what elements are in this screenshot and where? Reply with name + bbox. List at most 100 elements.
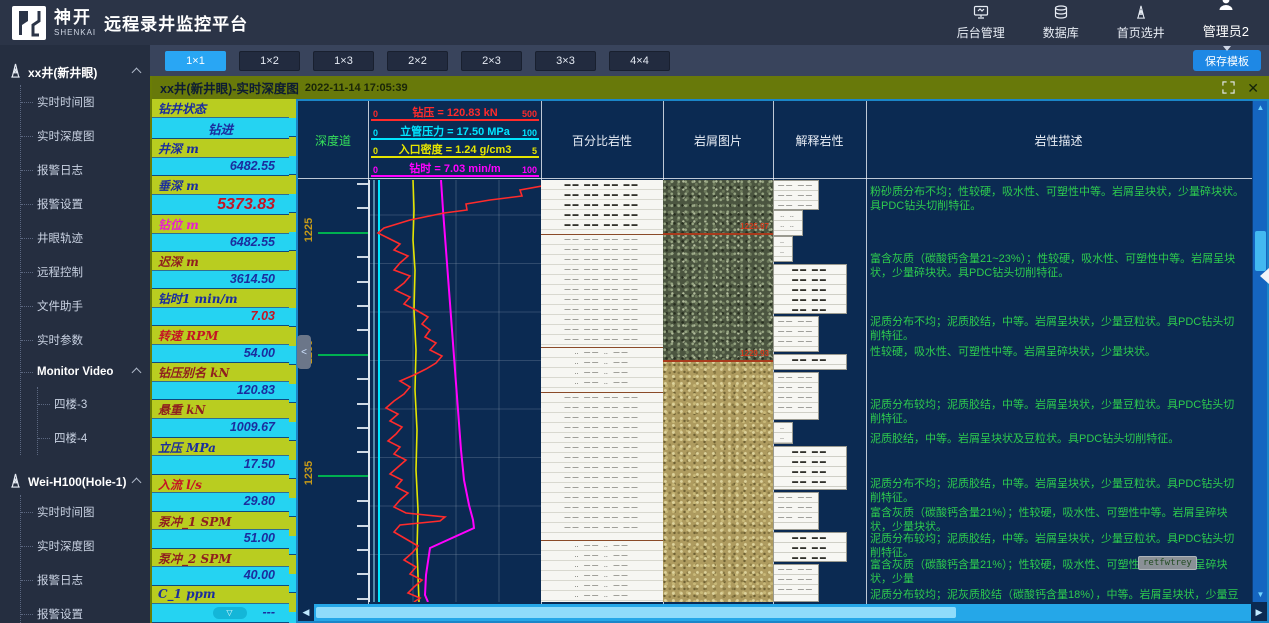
sidebar-item-报警设置[interactable]: 报警设置 (21, 597, 150, 623)
lithology-pattern-row: ‥ ―― ‥ ―― (541, 591, 663, 601)
sidebar-item-实时深度图[interactable]: 实时深度图 (21, 119, 150, 153)
brand: 神开 SHENKAI 远程录井监控平台 (0, 6, 250, 40)
parameter-block-8: 钻压别名 kN120.83 (152, 363, 289, 400)
depth-tick (357, 427, 368, 429)
vertical-scrollbar[interactable]: ▲ ▼ (1252, 101, 1267, 602)
parameter-label: 钻井状态 (152, 99, 289, 118)
user-menu[interactable]: 管理员2 (1203, 0, 1249, 51)
parameter-block-13: 泵冲_2 SPM40.00 (152, 549, 289, 586)
chart-collapse-handle-icon[interactable]: < (297, 335, 311, 369)
interp-pattern-row: ―― ―― (774, 585, 818, 595)
parameter-label: 迟深 m (152, 252, 289, 271)
parameter-label: 泵冲_1 SPM (152, 512, 289, 531)
lithology-band-2: ―― ―― ―― ―――― ―― ―― ―――― ―― ―― ―――― ―― ―… (541, 234, 663, 347)
interp-pattern-row: ―― ―― (774, 181, 818, 191)
curve-legend: 0钻压 = 120.83 kN5000立管压力 = 17.50 MPa1000入… (369, 101, 541, 179)
lithology-pattern-row: ―― ―― ―― ―― (541, 325, 663, 335)
lithology-description-1: 粉砂质分布不均；性较硬，吸水性、可塑性中等。岩屑呈块状，少量碎块状。具PDC钻头… (870, 185, 1245, 213)
lithology-pattern-row: ―― ―― ―― ―― (541, 245, 663, 255)
legend-max: 100 (522, 165, 537, 175)
rop-curve (425, 180, 474, 602)
legend-min: 0 (373, 165, 378, 175)
scroll-right-icon[interactable]: ▶ (1251, 604, 1267, 621)
sidebar-collapse-handle-icon[interactable] (1260, 268, 1269, 284)
lithology-band-1: ▬▬ ▬▬ ▬▬ ▬▬▬▬ ▬▬ ▬▬ ▬▬▬▬ ▬▬ ▬▬ ▬▬▬▬ ▬▬ ▬… (541, 180, 663, 234)
parameter-label: 转速 RPM (152, 326, 289, 345)
percent-lithology-header: 百分比岩性 (541, 101, 663, 179)
photo-depth-line (663, 360, 773, 362)
lithology-pattern-row: ―― ―― ―― ―― (541, 393, 663, 403)
sidebar-item-文件助手[interactable]: 文件助手 (21, 289, 150, 323)
lithology-description-header: 岩性描述 (866, 101, 1251, 179)
parameter-label: 入流 l/s (152, 475, 289, 494)
horizontal-scrollbar[interactable]: ◀ ▶ (298, 604, 1267, 621)
interp-lithology-segment: ‥‥ (773, 422, 793, 444)
interpreted-lithology-header: 解释岩性 (773, 101, 866, 179)
sidebar-item-报警日志[interactable]: 报警日志 (21, 563, 150, 597)
interp-pattern-row: ―― ―― (774, 317, 818, 327)
depth-tick (357, 183, 368, 185)
interpreted-lithology-track: ―― ―――― ―――― ――‥ ‥‥ ‥‥‥▬▬ ▬▬▬▬ ▬▬▬▬ ▬▬▬▬… (773, 180, 866, 602)
depth-label: 1225 (303, 213, 315, 247)
layout-tab-1x2[interactable]: 1×2 (239, 51, 300, 71)
lithology-pattern-row: ―― ―― ―― ―― (541, 463, 663, 473)
user-icon (1217, 0, 1235, 15)
sidebar-item-实时参数[interactable]: 实时参数 (21, 323, 150, 357)
layout-tab-2x3[interactable]: 2×3 (461, 51, 522, 71)
topnav-item-1[interactable]: 后台管理 (957, 5, 1005, 41)
sidebar-item-报警设置[interactable]: 报警设置 (21, 187, 150, 221)
well-header-1[interactable]: xx井(新井眼) (0, 59, 150, 85)
layout-tab-3x3[interactable]: 3×3 (535, 51, 596, 71)
vertical-scroll-thumb[interactable] (1255, 231, 1266, 271)
legend-row-2: 0立管压力 = 17.50 MPa100 (371, 122, 539, 140)
legend-min: 0 (373, 109, 378, 119)
topnav-item-3[interactable]: 首页选井 (1117, 5, 1165, 41)
topnav-item-label: 后台管理 (957, 24, 1005, 41)
save-template-button[interactable]: 保存模板 (1193, 50, 1261, 71)
panel-title: xx井(新井眼)-实时深度图 (160, 78, 299, 97)
layout-tab-4x4[interactable]: 4×4 (609, 51, 670, 71)
interp-pattern-row: ▬▬ ▬▬ (774, 477, 846, 487)
layout-tab-1x1[interactable]: 1×1 (165, 51, 226, 71)
layout-tab-2x2[interactable]: 2×2 (387, 51, 448, 71)
legend-min: 0 (373, 146, 378, 156)
interp-lithology-segment: ‥ ‥‥ ‥ (773, 210, 803, 236)
layout-tab-1x3[interactable]: 1×3 (313, 51, 374, 71)
parameter-value: 17.50 (152, 456, 289, 474)
depth-tick (357, 281, 368, 283)
interp-pattern-row: ▬▬ ▬▬ (774, 265, 846, 275)
sidebar-group-Monitor Video[interactable]: Monitor Video (21, 357, 150, 387)
lithology-description-2: 富含灰质（碳酸钙含量21~23%）；性较硬，吸水性、可塑性中等。岩屑呈块状，少量… (870, 252, 1245, 280)
parameter-value: 29.80 (152, 493, 289, 511)
lithology-pattern-row: ▬▬ ▬▬ ▬▬ ▬▬ (541, 220, 663, 230)
horizontal-scroll-thumb[interactable] (316, 607, 956, 618)
scroll-up-icon[interactable]: ▲ (1253, 101, 1268, 115)
scroll-left-icon[interactable]: ◀ (298, 604, 314, 621)
sidebar-item-报警日志[interactable]: 报警日志 (21, 153, 150, 187)
parameter-label: 钻压别名 kN (152, 363, 289, 382)
lithology-pattern-row: ―― ―― ―― ―― (541, 295, 663, 305)
scroll-down-icon[interactable]: ▼ (1253, 588, 1268, 602)
cuttings-photo-track: 1225.971229.93 (663, 180, 773, 602)
sidebar-item-井眼轨迹[interactable]: 井眼轨迹 (21, 221, 150, 255)
interp-lithology-segment: ―― ―――― ―――― ―― (773, 180, 819, 210)
interp-lithology-segment: ‥‥ (773, 236, 793, 262)
sidebar-item-四楼-3[interactable]: 四楼-3 (38, 387, 150, 421)
fullscreen-icon[interactable] (1222, 81, 1235, 94)
sidebar-item-实时深度图[interactable]: 实时深度图 (21, 529, 150, 563)
close-icon[interactable]: ✕ (1247, 81, 1259, 95)
lithology-pattern-row: ‥ ―― ‥ ―― (541, 571, 663, 581)
sidebar-item-实时时间图[interactable]: 实时时间图 (21, 495, 150, 529)
topnav-item-2[interactable]: 数据库 (1043, 5, 1079, 41)
lithology-pattern-row: ▬▬ ▬▬ ▬▬ ▬▬ (541, 180, 663, 190)
sidebar-item-四楼-4[interactable]: 四楼-4 (38, 421, 150, 455)
curve-track (368, 180, 541, 602)
legend-row-3: 0入口密度 = 1.24 g/cm35 (371, 140, 539, 158)
wob-curve (378, 186, 541, 602)
depth-tick (357, 329, 368, 331)
parameter-dropdown-button[interactable]: ▽ (213, 607, 247, 619)
interp-pattern-row: ▬▬ ▬▬ (774, 533, 846, 543)
sidebar-item-远程控制[interactable]: 远程控制 (21, 255, 150, 289)
sidebar-item-实时时间图[interactable]: 实时时间图 (21, 85, 150, 119)
well-header-2[interactable]: Wei-H100(Hole-1) (0, 469, 150, 495)
